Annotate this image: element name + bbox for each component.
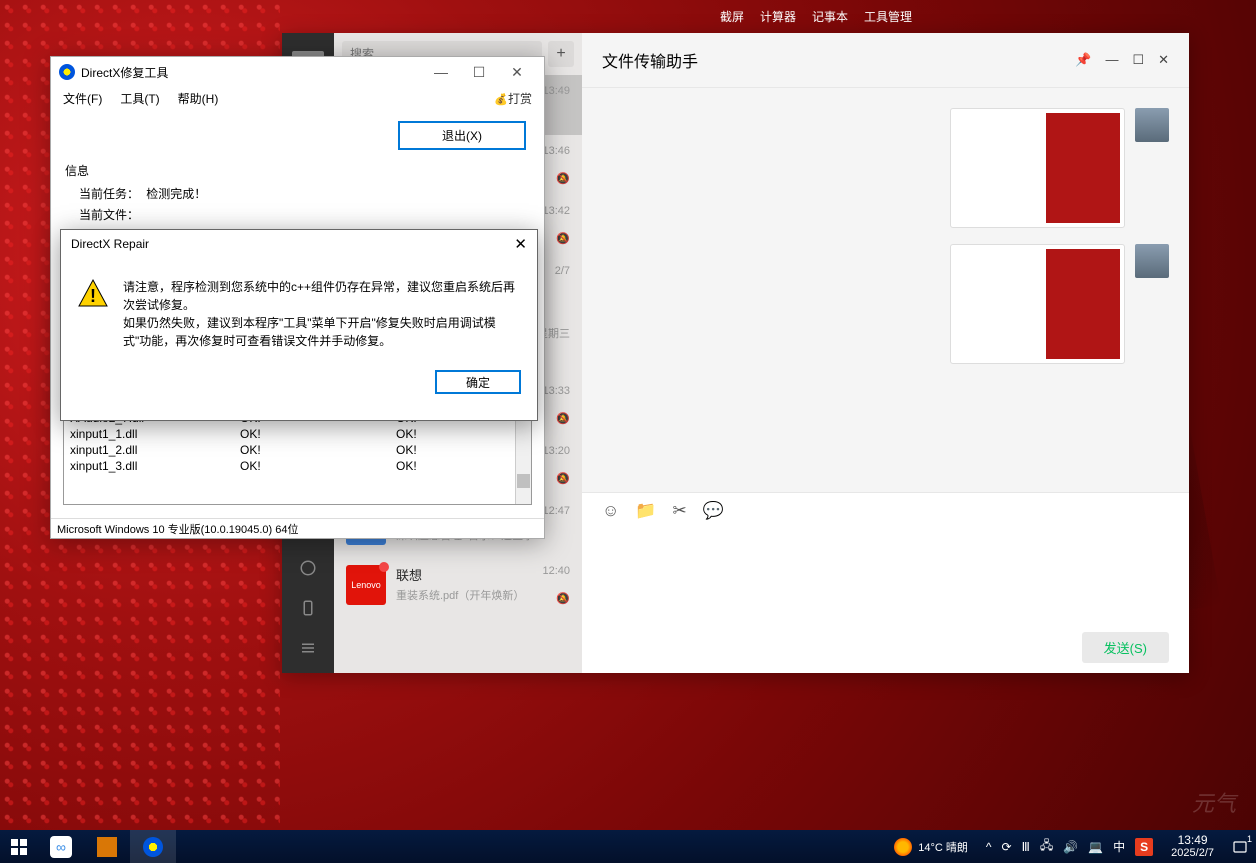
menu-help[interactable]: 帮助(H) xyxy=(178,90,219,107)
result-table[interactable]: XAudio2_7.dllOK!OK! xinput1_1.dllOK!OK! … xyxy=(63,407,532,505)
scrollbar[interactable] xyxy=(515,408,531,504)
input-toolbar: ☺ 📁 ✂ 💬 xyxy=(582,492,1189,632)
close-icon[interactable]: ✕ xyxy=(498,64,536,81)
message-input[interactable] xyxy=(602,529,1169,619)
message-area[interactable] xyxy=(582,88,1189,492)
sender-avatar[interactable] xyxy=(1135,108,1169,142)
chat-time: 13:46 xyxy=(542,145,570,157)
miniprogram-icon[interactable] xyxy=(297,557,319,579)
wallpaper-watermark: 元气 xyxy=(1192,786,1236,818)
title-bar[interactable]: DirectX修复工具 — ☐ ✕ xyxy=(51,57,544,87)
dialog-title: DirectX Repair xyxy=(71,237,149,251)
system-tray: ^ ⟳ Ⅲ 🖧 🔊 💻 中 S xyxy=(978,836,1161,857)
pin-icon[interactable]: 📌 xyxy=(1075,52,1091,68)
menu-file[interactable]: 文件(F) xyxy=(63,90,102,107)
chat-time: 13:20 xyxy=(542,445,570,457)
window-title: DirectX修复工具 xyxy=(81,64,168,81)
start-button[interactable] xyxy=(0,830,38,863)
add-button[interactable]: + xyxy=(548,41,574,67)
wechat-chat-panel: 文件传输助手 📌 — ☐ ✕ ☺ 📁 ✂ 💬 xyxy=(582,33,1189,673)
close-icon[interactable]: ✕ xyxy=(1158,52,1169,68)
svg-text:!: ! xyxy=(90,286,96,306)
chat-time: 13:42 xyxy=(542,205,570,217)
tray-app-icon[interactable]: Ⅲ xyxy=(1022,840,1030,854)
screenshot-icon[interactable]: ✂ xyxy=(673,501,687,521)
directx-dialog: DirectX Repair ✕ ! 请注意，程序检测到您系统中的c++组件仍存… xyxy=(60,229,538,421)
maximize-icon[interactable]: ☐ xyxy=(1132,52,1144,68)
file-icon[interactable]: 📁 xyxy=(635,501,656,521)
menu-reward[interactable]: 打赏 xyxy=(494,90,532,107)
chat-time: 13:49 xyxy=(542,85,570,104)
file-row: 当前文件： xyxy=(65,206,530,223)
maximize-icon[interactable]: ☐ xyxy=(460,64,498,81)
weather-icon xyxy=(894,838,912,856)
tray-monitor-icon[interactable]: 💻 xyxy=(1088,840,1103,854)
info-label: 信息 xyxy=(65,162,530,179)
send-button[interactable]: 发送(S) xyxy=(1082,632,1169,663)
dialog-title-bar[interactable]: DirectX Repair ✕ xyxy=(61,230,537,258)
mute-icon: 🔕 xyxy=(556,172,570,185)
close-icon[interactable]: ✕ xyxy=(514,235,527,253)
message-row xyxy=(950,108,1169,228)
chat-avatar: Lenovo xyxy=(346,565,386,605)
minimize-icon[interactable]: — xyxy=(1105,52,1118,68)
chat-item-lenovo[interactable]: Lenovo 联想 12:40 重装系统.pdf（开年焕新） 🔕 xyxy=(334,555,582,615)
dialog-message: 请注意，程序检测到您系统中的c++组件仍存在异常，建议您重启系统后再次尝试修复。… xyxy=(123,278,521,350)
table-row: xinput1_1.dllOK!OK! xyxy=(70,426,525,442)
notification-button[interactable]: 1 xyxy=(1224,830,1256,863)
shortcut-screenshot[interactable]: 截屏 xyxy=(720,8,744,25)
notification-badge: 1 xyxy=(1247,834,1252,844)
image-message[interactable] xyxy=(950,108,1125,228)
desktop-shortcut-bar: 截屏 计算器 记事本 工具管理 xyxy=(720,8,912,25)
task-row: 当前任务： 检测完成！ xyxy=(65,185,530,202)
chat-time: 2/7 xyxy=(555,265,570,277)
tray-volume-icon[interactable]: 🔊 xyxy=(1063,840,1078,854)
taskbar-weather[interactable]: 14°C 晴朗 xyxy=(884,838,978,856)
chat-time: 13:33 xyxy=(542,385,570,397)
sender-avatar[interactable] xyxy=(1135,244,1169,278)
chat-time: 12:40 xyxy=(542,565,570,584)
chat-preview: 重装系统.pdf（开年焕新） xyxy=(396,587,570,603)
tray-ime-lang[interactable]: 中 xyxy=(1113,838,1125,855)
app-icon xyxy=(59,64,75,80)
minimize-icon[interactable]: — xyxy=(422,64,460,81)
table-row: xinput1_3.dllOK!OK! xyxy=(70,458,525,474)
history-icon[interactable]: 💬 xyxy=(703,501,724,521)
mute-icon: 🔕 xyxy=(556,592,570,605)
mute-icon: 🔕 xyxy=(556,232,570,245)
shortcut-notepad[interactable]: 记事本 xyxy=(812,8,848,25)
tray-ime-icon[interactable]: S xyxy=(1135,838,1153,856)
image-message[interactable] xyxy=(950,244,1125,364)
unread-dot xyxy=(379,562,389,572)
warning-icon: ! xyxy=(77,278,109,310)
table-row: xinput1_2.dllOK!OK! xyxy=(70,442,525,458)
exit-button[interactable]: 退出(X) xyxy=(398,121,526,150)
taskbar-clock[interactable]: 13:49 2025/2/7 xyxy=(1161,833,1224,861)
scroll-thumb[interactable] xyxy=(517,474,530,488)
tray-sync-icon[interactable]: ⟳ xyxy=(1002,840,1012,854)
settings-icon[interactable] xyxy=(297,637,319,659)
shortcut-tools[interactable]: 工具管理 xyxy=(864,8,912,25)
emoji-icon[interactable]: ☺ xyxy=(602,501,619,521)
mute-icon: 🔕 xyxy=(556,412,570,425)
taskbar-app[interactable] xyxy=(84,830,130,863)
chat-title: 文件传输助手 xyxy=(602,48,698,72)
tray-network-icon[interactable]: 🖧 xyxy=(1040,836,1053,857)
phone-icon[interactable] xyxy=(297,597,319,619)
tray-chevron-icon[interactable]: ^ xyxy=(986,840,992,854)
taskbar: ∞ 14°C 晴朗 ^ ⟳ Ⅲ 🖧 🔊 💻 中 S 13:49 2025/2/7… xyxy=(0,830,1256,863)
clock-date: 2025/2/7 xyxy=(1171,847,1214,860)
mute-icon: 🔕 xyxy=(556,472,570,485)
status-bar: Microsoft Windows 10 专业版(10.0.19045.0) 6… xyxy=(51,518,544,538)
shortcut-calculator[interactable]: 计算器 xyxy=(760,8,796,25)
taskbar-app[interactable]: ∞ xyxy=(38,830,84,863)
menu-bar: 文件(F) 工具(T) 帮助(H) 打赏 xyxy=(51,87,544,109)
menu-tools[interactable]: 工具(T) xyxy=(120,90,159,107)
chat-time: 12:47 xyxy=(542,505,570,524)
chat-name: 联想 xyxy=(396,565,422,584)
taskbar-app-directx[interactable] xyxy=(130,830,176,863)
clock-time: 13:49 xyxy=(1171,833,1214,847)
ok-button[interactable]: 确定 xyxy=(435,370,521,394)
message-row xyxy=(950,244,1169,364)
